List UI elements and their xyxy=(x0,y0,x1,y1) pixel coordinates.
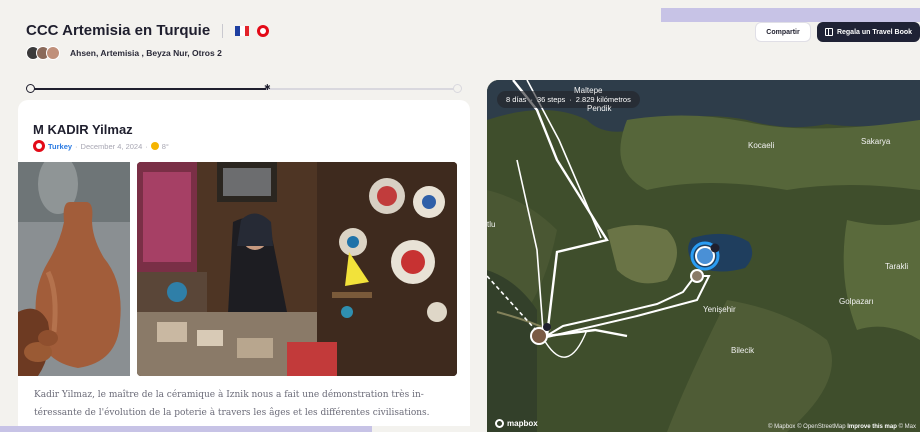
map-label-tarakli: Tarakli xyxy=(885,262,909,271)
map-label-bilecik: Bilecik xyxy=(731,346,755,355)
top-accent-bar xyxy=(661,8,920,22)
trip-timeline[interactable]: ✱ xyxy=(26,83,462,94)
weather-sun-icon xyxy=(150,142,159,150)
timeline-progress xyxy=(30,88,266,90)
bottom-accent-bar xyxy=(0,426,372,432)
timeline-start-dot[interactable] xyxy=(26,84,35,93)
step-meta: Turkey · December 4, 2024 · 8° xyxy=(33,140,169,152)
gift-travel-book-button[interactable]: Regala un Travel Book xyxy=(817,22,920,42)
members-row[interactable]: Ahsen, Artemisia , Beyza Nur, Otros 2 xyxy=(26,46,269,60)
map-label-tlu: tlu xyxy=(487,220,496,229)
map-label-maltepe: Maltepe xyxy=(574,86,603,95)
map-attribution: © Mapbox © OpenStreetMap Improve this ma… xyxy=(768,424,916,430)
title-divider xyxy=(222,23,224,38)
mapbox-logo[interactable]: mapbox xyxy=(495,419,538,428)
map-label-yenisehir: Yenişehir xyxy=(703,305,736,314)
members-list: Ahsen, Artemisia , Beyza Nur, Otros 2 xyxy=(70,48,222,58)
gift-icon xyxy=(824,28,833,36)
map-label-pendik: Pendik xyxy=(587,104,612,113)
step-author: M KADIR Yilmaz xyxy=(33,122,133,137)
step-card: M KADIR Yilmaz Turkey · December 4, 2024… xyxy=(18,100,470,426)
member-avatars xyxy=(26,46,60,60)
stats-separator: · xyxy=(530,95,533,104)
timeline-current-marker-icon[interactable]: ✱ xyxy=(264,83,271,92)
trip-title: CCC Artemisia en Turquie xyxy=(26,22,211,39)
france-flag-icon xyxy=(235,25,250,36)
step-date: December 4, 2024 xyxy=(80,141,143,151)
trip-distance: 2.829 kilómetros xyxy=(575,95,631,104)
step-description: Kadir Yilmaz, le maître de la céramique … xyxy=(34,390,430,418)
meta-separator: · xyxy=(75,141,78,151)
step-temperature: 8° xyxy=(161,141,169,151)
mapbox-logo-icon xyxy=(495,419,504,428)
timeline-end-dot[interactable] xyxy=(453,84,462,93)
trip-map[interactable]: 8 días · 36 steps · 2.829 kilómetros Mal… xyxy=(487,80,920,432)
attribution-maxar[interactable]: © Max xyxy=(899,424,916,430)
map-label-golpazari: Golpazarı xyxy=(839,297,874,306)
trip-steps: 36 steps xyxy=(536,95,566,104)
mapbox-logo-text: mapbox xyxy=(507,419,538,428)
trip-days: 8 días xyxy=(506,95,527,104)
avatar xyxy=(46,46,60,60)
stats-separator: · xyxy=(569,95,572,104)
trip-stats-pill: 8 días · 36 steps · 2.829 kilómetros xyxy=(497,91,640,108)
step-photo-pottery-shop[interactable] xyxy=(137,162,457,376)
step-photo-vase[interactable] xyxy=(18,162,130,376)
map-label-kocaeli: Kocaeli xyxy=(748,141,775,150)
gift-button-label: Regala un Travel Book xyxy=(836,28,913,36)
trip-header: CCC Artemisia en Turquie Ahsen, Artemisi… xyxy=(26,22,270,60)
share-button[interactable]: Compartir xyxy=(755,22,811,42)
step-country[interactable]: Turkey xyxy=(48,142,72,151)
improve-map-link[interactable]: Improve this map xyxy=(847,424,897,430)
turkey-flag-icon xyxy=(33,140,45,152)
turkey-flag-icon xyxy=(257,24,270,37)
attribution-text[interactable]: © Mapbox © OpenStreetMap xyxy=(768,424,846,430)
meta-separator: · xyxy=(145,141,148,151)
map-label-sakarya: Sakarya xyxy=(861,137,891,146)
